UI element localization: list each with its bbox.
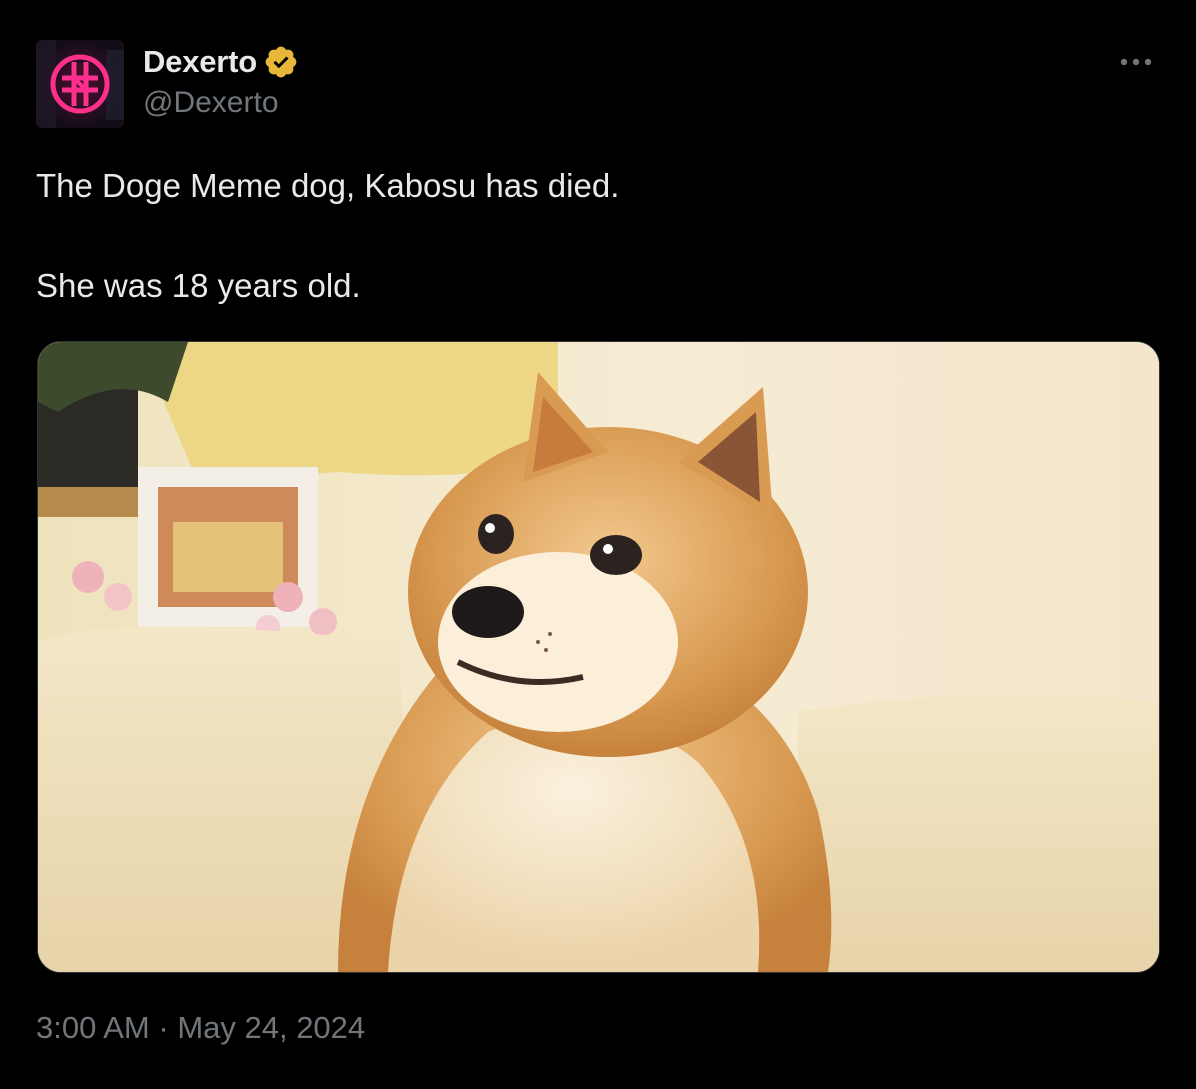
tweet-date[interactable]: May 24, 2024 [177,1010,365,1045]
dexerto-logo-icon [36,40,124,128]
tweet-card: Dexerto @Dexerto The Doge Meme dog, Kabo… [0,0,1196,1089]
author-display-name[interactable]: Dexerto [143,44,257,80]
more-horizontal-icon [1120,58,1152,66]
verified-badge-icon[interactable] [263,44,299,80]
author-handle[interactable]: @Dexerto [143,86,299,120]
shiba-inu-photo [38,342,1159,972]
tweet-text: The Doge Meme dog, Kabosu has died. She … [36,164,1156,308]
author-info: Dexerto @Dexerto [143,42,299,120]
tweet-timestamp: 3:00 AM · May 24, 2024 [36,1010,365,1046]
timestamp-separator: · [149,1010,178,1045]
tweet-media-photo[interactable] [37,341,1160,973]
tweet-text-line: She was 18 years old. [36,267,361,304]
tweet-text-line: The Doge Meme dog, Kabosu has died. [36,167,620,204]
tweet-time[interactable]: 3:00 AM [36,1010,150,1045]
author-avatar[interactable] [36,40,124,128]
more-options-button[interactable] [1114,46,1158,78]
display-name-row: Dexerto [143,42,299,82]
